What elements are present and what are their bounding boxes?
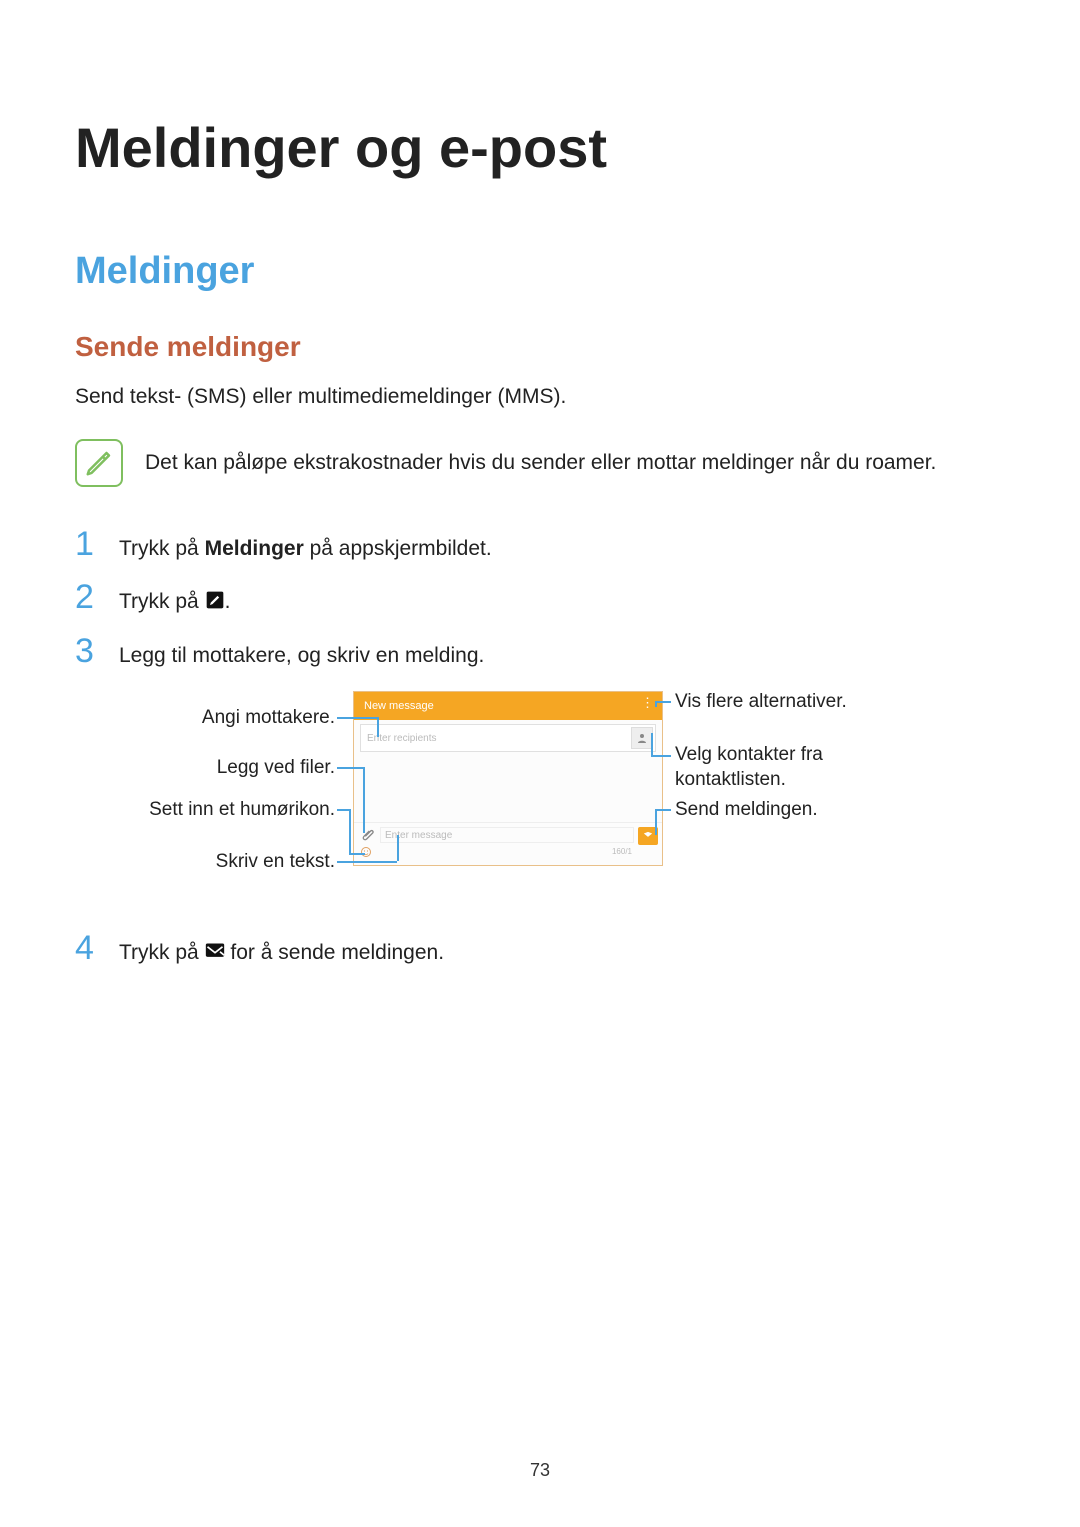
callout-line (337, 809, 349, 811)
recipient-field: Enter recipients (360, 724, 656, 752)
callout-emoji: Sett inn et humørikon. (149, 799, 335, 821)
text-fragment: for å sende meldingen. (225, 941, 444, 964)
subsection-title-h3: Sende meldinger (75, 331, 1005, 363)
step-number: 3 (75, 634, 101, 668)
callout-line (655, 701, 657, 707)
message-placeholder: Enter message (385, 830, 452, 841)
callout-recipients: Angi mottakere. (202, 707, 335, 729)
note-block: Det kan påløpe ekstrakostnader hvis du s… (75, 437, 1005, 487)
intro-text: Send tekst- (SMS) eller multimediemeldin… (75, 381, 1005, 413)
callout-line (337, 861, 397, 863)
step-text: Trykk på . (119, 580, 230, 618)
text-fragment: Trykk på (119, 941, 205, 964)
contact-picker-icon (631, 727, 653, 749)
emoji-icon (360, 845, 372, 857)
step-number: 1 (75, 527, 101, 561)
step-number: 4 (75, 931, 101, 965)
message-field: Enter message (380, 827, 634, 843)
steps-list-cont: 4 Trykk på for å sende meldingen. (75, 931, 1005, 969)
step-item-4: 4 Trykk på for å sende meldingen. (75, 931, 1005, 969)
page-title-h1: Meldinger og e-post (75, 115, 1005, 180)
callout-line (349, 809, 351, 853)
callout-line (397, 835, 399, 861)
more-options-icon: ⋮ (641, 696, 654, 709)
callout-line (349, 853, 365, 855)
section-title-h2: Meldinger (75, 250, 1005, 293)
phone-mockup: New message ⋮ Enter recipients Enter mes… (353, 691, 663, 866)
char-count: 160/1 (612, 847, 632, 856)
text-fragment: på appskjermbildet. (304, 537, 492, 560)
step-number: 2 (75, 580, 101, 614)
text-fragment: . (225, 590, 231, 613)
note-icon (75, 439, 123, 487)
steps-list: 1 Trykk på Meldinger på appskjermbildet.… (75, 527, 1005, 672)
phone-header-title: New message (364, 700, 434, 712)
callout-line (655, 701, 671, 703)
phone-body-area (354, 752, 662, 822)
callout-line (651, 755, 671, 757)
callout-attach: Legg ved filer. (217, 757, 335, 779)
step-item-1: 1 Trykk på Meldinger på appskjermbildet. (75, 527, 1005, 565)
callout-line (363, 767, 365, 833)
callout-line (655, 809, 657, 835)
message-input-row: Enter message 160/1 (354, 822, 662, 860)
callout-line (337, 767, 363, 769)
page-number: 73 (530, 1460, 550, 1481)
step-text: Trykk på for å sende meldingen. (119, 931, 444, 969)
app-name-bold: Meldinger (205, 537, 304, 560)
callout-line (337, 717, 377, 719)
step-text: Legg til mottakere, og skriv en melding. (119, 634, 484, 672)
callout-write: Skriv en tekst. (216, 851, 335, 873)
callout-line (651, 733, 653, 755)
callout-contacts: Velg kontakter fra kontaktlisten. (675, 743, 935, 792)
callout-send: Send meldingen. (675, 799, 818, 821)
document-page: Meldinger og e-post Meldinger Sende meld… (0, 0, 1080, 1527)
annotated-screenshot: Angi mottakere. Legg ved filer. Sett inn… (115, 691, 935, 911)
note-text: Det kan påløpe ekstrakostnader hvis du s… (145, 437, 936, 479)
text-fragment: Trykk på (119, 590, 205, 613)
callout-line (377, 717, 379, 737)
step-item-2: 2 Trykk på . (75, 580, 1005, 618)
step-item-3: 3 Legg til mottakere, og skriv en meldin… (75, 634, 1005, 672)
callout-line (655, 809, 671, 811)
phone-header: New message ⋮ (354, 692, 662, 720)
compose-icon (205, 588, 225, 606)
step-text: Trykk på Meldinger på appskjermbildet. (119, 527, 492, 565)
callout-more-options: Vis flere alternativer. (675, 691, 847, 713)
send-icon-inline (205, 939, 225, 957)
text-fragment: Trykk på (119, 537, 205, 560)
